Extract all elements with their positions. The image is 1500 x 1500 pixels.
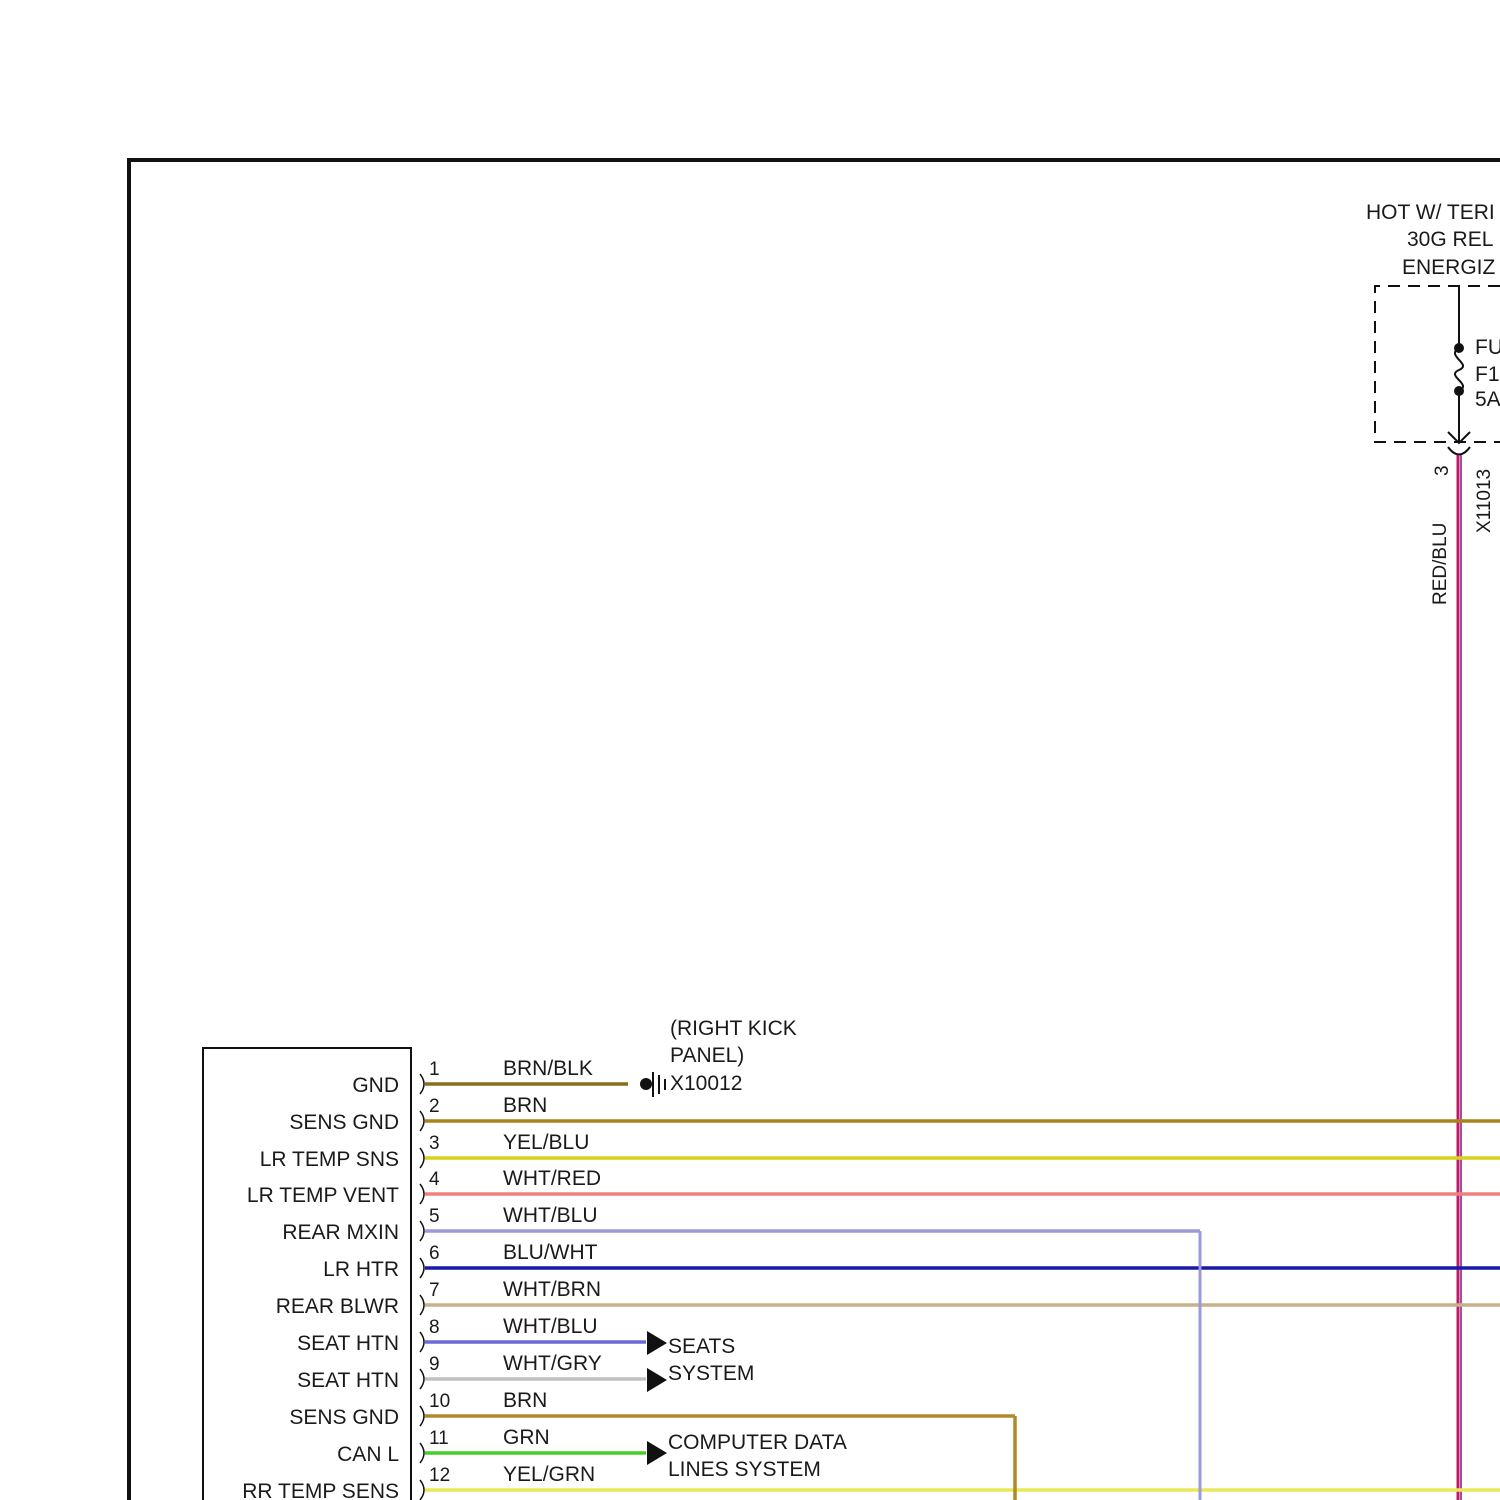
fuse-label-line-3: 5A	[1475, 388, 1500, 411]
pin-number: 4	[429, 1169, 440, 1190]
pin-name: SENS GND	[289, 1406, 399, 1429]
pin-connector-icon	[419, 1294, 425, 1316]
pin-connector-icon	[419, 1331, 425, 1353]
pin-name: CAN L	[337, 1443, 399, 1466]
pin-number: 8	[429, 1317, 440, 1338]
pin-connector-icon	[419, 1183, 425, 1205]
ground-splice-dot	[640, 1078, 652, 1090]
wire-color-label: BRN/BLK	[503, 1057, 593, 1080]
wiring-diagram: HOT W/ TERI 30G REL ENERGIZ FU F1 5A 3 X…	[127, 158, 1500, 1500]
pin-connector-icon	[419, 1405, 425, 1427]
pin-name: LR TEMP VENT	[247, 1184, 399, 1207]
pin-number: 10	[429, 1391, 450, 1412]
cdl-label-line-2: LINES SYSTEM	[668, 1458, 821, 1481]
wire-color-label: BRN	[503, 1094, 547, 1117]
wire-color-label: BRN	[503, 1389, 547, 1412]
wire-color-label: WHT/BRN	[503, 1278, 601, 1301]
ground-location-line-1: (RIGHT KICK	[670, 1017, 797, 1040]
pin-name: SEAT HTN	[297, 1369, 399, 1392]
seats-arrow-pin9-icon	[647, 1368, 667, 1392]
pin-name: RR TEMP SENS	[242, 1480, 399, 1500]
wire-color-label: GRN	[503, 1426, 550, 1449]
seats-label-line-1: SEATS	[668, 1335, 735, 1358]
fuse-label-line-2: F1	[1475, 363, 1500, 386]
pin-name: SEAT HTN	[297, 1332, 399, 1355]
pin-connector-icon	[419, 1147, 425, 1169]
wire-color-label: WHT/GRY	[503, 1352, 602, 1375]
pin-number: 7	[429, 1280, 440, 1301]
connector-x11013-id: X11013	[1474, 469, 1495, 533]
pin-connector-icon	[419, 1257, 425, 1279]
ground-location-line-2: PANEL)	[670, 1044, 744, 1067]
pin-connector-icon	[419, 1220, 425, 1242]
pin-connector-icon	[419, 1368, 425, 1390]
pin-name: LR HTR	[323, 1258, 399, 1281]
hot-label-line-2: 30G REL	[1407, 228, 1493, 251]
wire-color-label: YEL/BLU	[503, 1131, 589, 1154]
connector-x11013-pin: 3	[1432, 465, 1453, 476]
wire-color-label: WHT/RED	[503, 1167, 601, 1190]
seats-label-line-2: SYSTEM	[668, 1362, 754, 1385]
pin-name: LR TEMP SNS	[260, 1148, 399, 1171]
wire-color-label: WHT/BLU	[503, 1315, 598, 1338]
fuse-icon	[1454, 347, 1464, 392]
pin-connector-icon	[419, 1110, 425, 1132]
hot-label-line-3: ENERGIZ	[1402, 256, 1496, 279]
pin-connector-icon	[419, 1442, 425, 1464]
wire-label-red-blu: RED/BLU	[1430, 523, 1451, 605]
hot-label-line-1: HOT W/ TERI	[1366, 201, 1495, 224]
pin-name: GND	[352, 1074, 399, 1097]
wire-color-label: WHT/BLU	[503, 1204, 598, 1227]
pin-number: 6	[429, 1243, 440, 1264]
pin-number: 1	[429, 1059, 440, 1080]
pin-connector-icon	[419, 1479, 425, 1500]
pin-number: 11	[429, 1428, 449, 1449]
pin-number: 9	[429, 1354, 440, 1375]
fuse-label-line-1: FU	[1475, 336, 1500, 359]
wire-color-label: BLU/WHT	[503, 1241, 598, 1264]
module-pins: 1 BRN/BLK GND 2 BRN SENS GND 3 YEL/BLU LR TEMP S…	[242, 1057, 1500, 1500]
ground-id: X10012	[670, 1072, 742, 1095]
pin-number: 12	[429, 1465, 450, 1486]
pin-name: SENS GND	[289, 1111, 399, 1134]
seats-arrow-pin8-icon	[647, 1331, 667, 1355]
pin-name: REAR BLWR	[276, 1295, 399, 1318]
cdl-label-line-1: COMPUTER DATA	[668, 1431, 847, 1454]
wire-color-label: YEL/GRN	[503, 1463, 595, 1486]
pin-number: 5	[429, 1206, 440, 1227]
pin-connector-icon	[419, 1073, 425, 1095]
cdl-arrow-pin11-icon	[647, 1441, 667, 1465]
pin-name: REAR MXIN	[282, 1221, 399, 1244]
pin-number: 3	[429, 1133, 440, 1154]
pin-number: 2	[429, 1096, 440, 1117]
